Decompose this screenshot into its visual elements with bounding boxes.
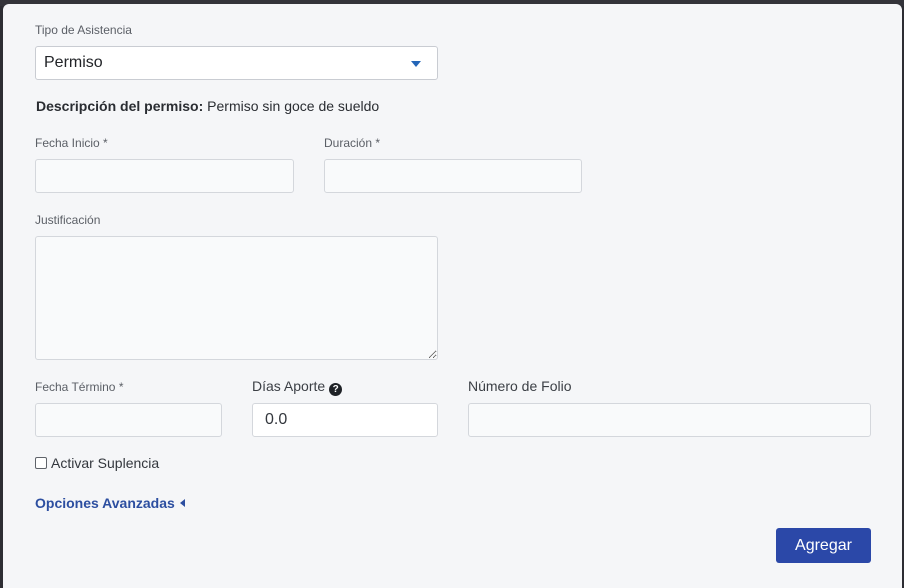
duracion-input[interactable] xyxy=(324,159,582,193)
suplencia-label: Activar Suplencia xyxy=(51,455,160,471)
tipo-asistencia-value: Permiso xyxy=(44,54,103,71)
opciones-avanzadas-label: Opciones Avanzadas xyxy=(35,495,175,511)
descripcion-value: Permiso sin goce de sueldo xyxy=(207,98,380,114)
chevron-down-icon xyxy=(411,61,421,67)
agregar-button[interactable]: Agregar xyxy=(776,528,871,563)
dias-aporte-text: Días Aporte xyxy=(252,378,326,394)
permiso-description: Descripción del permiso: Permiso sin goc… xyxy=(36,98,379,114)
question-circle-icon[interactable]: ? xyxy=(329,383,343,396)
justificacion-textarea[interactable] xyxy=(35,236,438,360)
suplencia-row[interactable]: Activar Suplencia xyxy=(35,455,159,471)
fecha-termino-input[interactable] xyxy=(35,403,222,437)
dias-aporte-label: Días Aporte? xyxy=(252,378,343,396)
duracion-label: Duración * xyxy=(324,136,381,150)
descripcion-label: Descripción del permiso: xyxy=(36,98,204,114)
tipo-asistencia-label: Tipo de Asistencia xyxy=(35,23,132,37)
fecha-inicio-input[interactable] xyxy=(35,159,294,193)
tipo-asistencia-select[interactable]: Permiso xyxy=(35,46,438,80)
fecha-termino-label: Fecha Término * xyxy=(35,380,124,394)
fecha-inicio-label: Fecha Inicio * xyxy=(35,136,108,150)
opciones-avanzadas-link[interactable]: Opciones Avanzadas xyxy=(35,495,185,511)
folio-label: Número de Folio xyxy=(468,378,572,394)
attendance-modal: Tipo de Asistencia Permiso Descripción d… xyxy=(3,4,902,588)
dias-aporte-input[interactable] xyxy=(252,403,438,437)
folio-input[interactable] xyxy=(468,403,871,437)
caret-left-icon xyxy=(179,499,185,507)
justificacion-label: Justificación xyxy=(35,213,101,227)
suplencia-checkbox[interactable] xyxy=(35,457,47,469)
